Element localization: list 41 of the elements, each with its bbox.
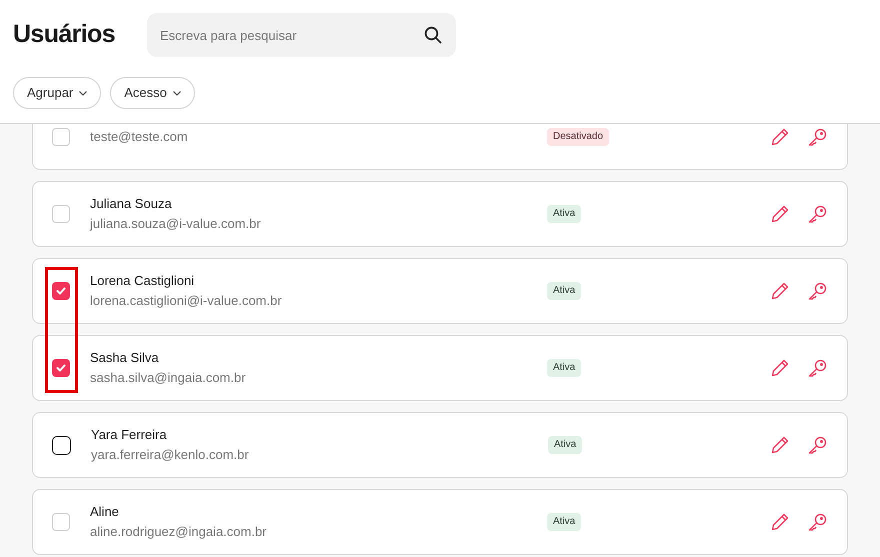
status-badge: Ativa — [547, 205, 582, 223]
user-email: teste@teste.com — [90, 129, 189, 145]
status-badge: Ativa — [547, 513, 582, 531]
edit-icon[interactable] — [771, 282, 789, 300]
user-name: Yara Ferreira — [91, 427, 168, 443]
search-icon[interactable] — [424, 26, 442, 44]
user-email: lorena.castiglioni@i-value.com.br — [90, 293, 283, 309]
user-email: yara.ferreira@kenlo.com.br — [91, 447, 250, 463]
search-field[interactable]: Escreva para pesquisar — [146, 13, 456, 57]
user-email: juliana.souza@i-value.com.br — [90, 216, 262, 232]
user-name: Sasha Silva — [90, 350, 160, 366]
key-icon[interactable] — [808, 436, 827, 454]
chevron-icon — [172, 90, 181, 96]
key-icon[interactable] — [808, 282, 827, 300]
checkbox[interactable] — [52, 282, 70, 300]
check-icon — [56, 364, 66, 372]
status-badge: Ativa — [547, 282, 582, 300]
check-icon — [56, 287, 66, 295]
edit-icon[interactable] — [771, 513, 789, 531]
user-name: Aline — [90, 504, 120, 520]
chevron-icon — [79, 90, 88, 96]
status-badge: Desativado — [547, 128, 610, 146]
filter-dropdown[interactable]: Acesso — [110, 77, 195, 109]
status-badge: Ativa — [547, 359, 582, 377]
edit-icon[interactable] — [771, 436, 789, 454]
user-name: Lorena Castiglioni — [90, 273, 196, 289]
user-name: Juliana Souza — [90, 196, 173, 212]
key-icon[interactable] — [808, 128, 827, 146]
key-icon[interactable] — [808, 358, 827, 378]
user-email: sasha.silva@ingaia.com.br — [90, 370, 247, 386]
checkbox[interactable] — [52, 436, 71, 454]
status-badge: Ativa — [548, 436, 582, 454]
edit-icon[interactable] — [771, 359, 789, 377]
key-icon[interactable] — [808, 204, 827, 224]
edit-icon[interactable] — [771, 205, 789, 223]
edit-icon[interactable] — [771, 128, 789, 146]
filter-dropdown[interactable]: Agrupar — [13, 77, 102, 109]
key-icon[interactable] — [808, 512, 827, 532]
checkbox[interactable] — [52, 359, 70, 377]
user-email: aline.rodriguez@ingaia.com.br — [90, 524, 268, 540]
page-title: Usuários — [13, 19, 115, 50]
